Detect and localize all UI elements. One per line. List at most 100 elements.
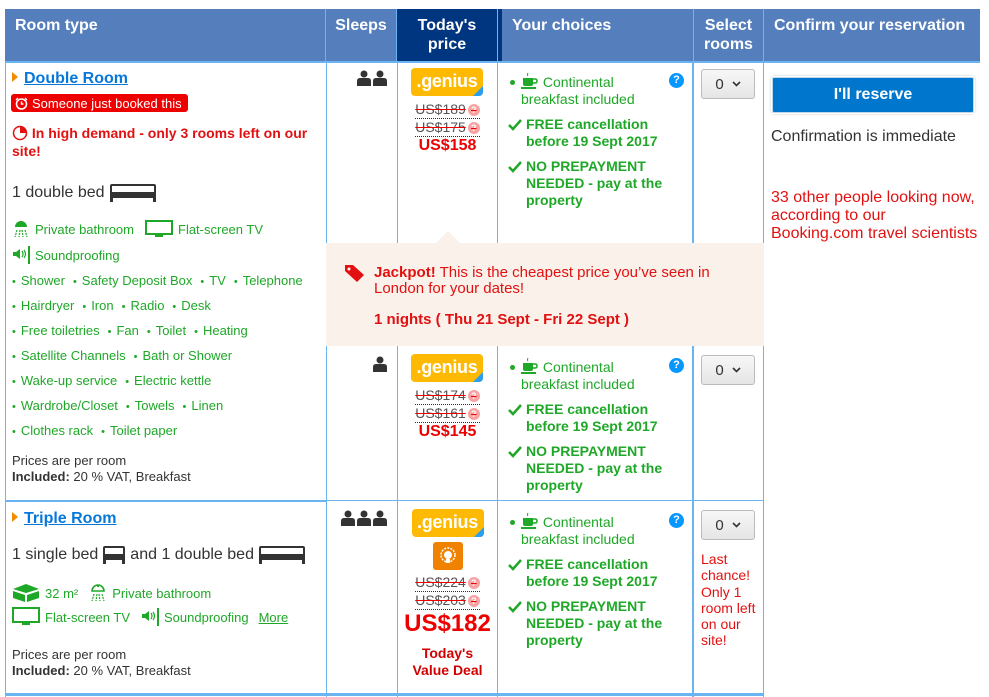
included-label: Included: [12, 663, 70, 678]
bullet-icon [510, 520, 515, 525]
price-block-2: .genius US$174? US$161? US$145 [411, 354, 484, 441]
help-icon[interactable]: ? [669, 358, 684, 373]
breakfast-choice: Continental breakfast included [508, 512, 688, 548]
help-icon[interactable]: ? [669, 513, 684, 528]
prices-per-room: Prices are per room [12, 453, 127, 468]
sleeps-3 [341, 510, 387, 529]
facility-item: Radio [122, 298, 165, 313]
double-prices-note: Prices are per room Included: 20 % VAT, … [12, 453, 191, 485]
triple-room-link[interactable]: Triple Room [24, 510, 116, 527]
room-quantity-select[interactable]: 0 [701, 510, 755, 540]
grid-line [5, 63, 6, 697]
chevron-down-icon [732, 367, 741, 373]
price-tag-icon [345, 265, 364, 282]
jackpot-dates: 1 nights ( Thu 21 Sept - Fri 22 Sept ) [374, 311, 630, 328]
breakfast-choice: Continental breakfast included [508, 357, 688, 393]
bed-text-2: and 1 double bed [130, 546, 254, 563]
shower-icon [91, 584, 106, 602]
sleeps-1 [373, 356, 387, 375]
cancellation-choice: FREE cancellation before 19 Sept 2017 [508, 401, 688, 435]
help-icon[interactable]: ? [467, 389, 480, 402]
facility-item: Wake-up service [12, 373, 117, 388]
facility-item: Telephone [234, 273, 303, 288]
bed-text: 1 single bed [12, 546, 99, 563]
grid-line [692, 346, 694, 697]
grid-line [497, 346, 498, 697]
booked-badge-text: Someone just booked this [32, 95, 182, 111]
tv-icon [12, 607, 40, 625]
help-icon[interactable]: ? [669, 73, 684, 88]
triple-room-title[interactable]: Triple Room [12, 510, 116, 528]
help-icon[interactable]: ? [467, 407, 480, 420]
facility-item: Hairdryer [12, 298, 74, 313]
grid-line [497, 63, 498, 243]
jackpot-message: Jackpot! This is the cheapest price you’… [374, 265, 754, 297]
highlight-facilities: Private bathroom Flat-screen TV [12, 220, 263, 238]
header-sleeps: Sleeps [326, 9, 397, 61]
old-price: US$224 [415, 574, 466, 590]
reserve-button[interactable]: I'll reserve [772, 77, 974, 113]
facility-row: Shower Safety Deposit Box TV Telephone [12, 269, 327, 294]
old-price: US$161 [415, 405, 466, 421]
old-price-row: US$224? [398, 574, 497, 592]
old-price-row: US$174? [411, 387, 484, 405]
facility-row: Hairdryer Iron Radio Desk [12, 294, 327, 319]
person-icon [357, 70, 387, 86]
current-price: US$145 [418, 423, 477, 440]
more-facilities-link[interactable]: More [259, 610, 289, 625]
facility-item: Wardrobe/Closet [12, 398, 118, 413]
breakfast-choice: Continental breakfast included [508, 72, 688, 108]
price-block-3: .genius US$224? US$203? US$182 Today's V… [398, 509, 497, 679]
triple-prices-note: Prices are per room Included: 20 % VAT, … [12, 647, 191, 679]
facility-item: Heating [194, 323, 248, 338]
genius-badge: .genius [411, 68, 483, 96]
grid-line [397, 63, 398, 243]
sleeps-2 [357, 70, 387, 89]
help-icon[interactable]: ? [467, 103, 480, 116]
header-confirm: Confirm your reservation [764, 9, 980, 61]
grid-line [5, 693, 764, 696]
included-value: 20 % VAT, Breakfast [69, 663, 191, 678]
person-icon [373, 356, 387, 372]
facility-row: Free toiletries Fan Toilet Heating [12, 319, 327, 344]
prices-per-room: Prices are per room [12, 647, 127, 662]
old-price: US$203 [415, 592, 466, 608]
help-icon[interactable]: ? [467, 576, 480, 589]
room-quantity-select[interactable]: 0 [701, 355, 755, 385]
pie-clock-icon [12, 125, 28, 141]
genius-badge: .genius [411, 354, 483, 382]
old-price-row: US$189? [411, 101, 484, 119]
old-price: US$174 [415, 387, 466, 403]
triple-facilities: 32 m² Private bathroom [12, 583, 211, 603]
facility-private-bathroom: Private bathroom [112, 585, 212, 601]
checkmark-icon [508, 161, 522, 173]
header-your-choices: Your choices [498, 9, 694, 61]
facility-private-bathroom: Private bathroom [35, 221, 134, 237]
facility-item: Towels [126, 398, 175, 413]
chevron-down-icon [732, 522, 741, 528]
coffee-cup-icon [521, 357, 538, 374]
todays-value-deal: Today's Value Deal [412, 645, 483, 678]
jackpot-banner: Jackpot! This is the cheapest price you’… [326, 231, 764, 346]
grid-line [763, 63, 764, 243]
old-price-row: US$161? [411, 405, 484, 423]
cancellation-choice: FREE cancellation before 19 Sept 2017 [508, 116, 688, 150]
breakfast-text: Continental breakfast included [521, 514, 635, 547]
double-room-link[interactable]: Double Room [24, 70, 128, 87]
breakfast-text: Continental breakfast included [521, 359, 635, 392]
old-price-row: US$203? [398, 592, 497, 610]
bed-info: 1 double bed [12, 184, 157, 202]
room-size-icon [13, 584, 39, 602]
highlight-facilities-2: Soundproofing [12, 246, 120, 264]
facility-item: Desk [172, 298, 210, 313]
help-icon[interactable]: ? [467, 594, 480, 607]
prepayment-text: NO PREPAYMENT NEEDED - pay at the proper… [526, 598, 663, 648]
lightbulb-icon [439, 547, 456, 563]
old-price: US$189 [415, 101, 466, 117]
help-icon[interactable]: ? [467, 121, 480, 134]
room-size: 32 m² [45, 585, 79, 601]
included-line: Included: 20 % VAT, Breakfast [12, 663, 191, 679]
double-room-title[interactable]: Double Room [12, 70, 128, 88]
room-quantity-select[interactable]: 0 [701, 69, 755, 99]
prepayment-text: NO PREPAYMENT NEEDED - pay at the proper… [526, 443, 663, 493]
